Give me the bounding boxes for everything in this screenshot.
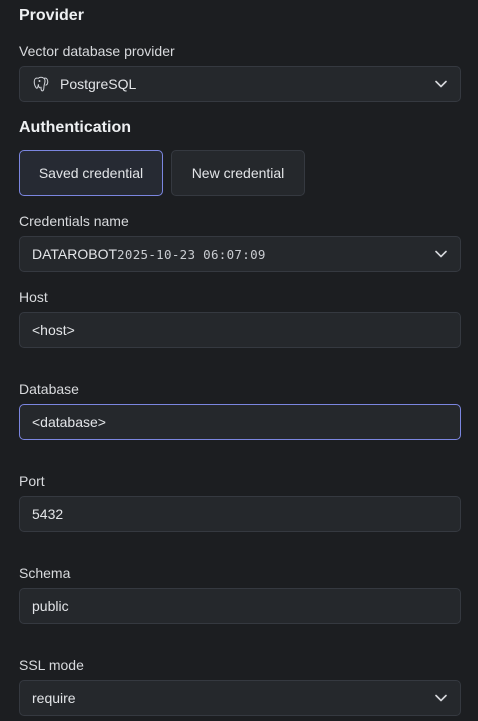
provider-label: Vector database provider bbox=[19, 43, 175, 59]
provider-section-title: Provider bbox=[19, 7, 84, 24]
port-input[interactable]: 5432 bbox=[19, 496, 461, 532]
host-value: <host> bbox=[32, 322, 75, 338]
credential-name: DATAROBOT bbox=[32, 246, 118, 262]
schema-input[interactable]: public bbox=[19, 588, 461, 624]
ssl-mode-value: require bbox=[32, 690, 76, 706]
database-value: <database> bbox=[32, 414, 106, 430]
ssl-mode-label: SSL mode bbox=[19, 657, 84, 673]
credentials-name-select[interactable]: DATAROBOT2025-10-23 06:07:09 bbox=[19, 236, 461, 272]
schema-value: public bbox=[32, 598, 69, 614]
saved-credential-tab[interactable]: Saved credential bbox=[19, 150, 163, 196]
schema-label: Schema bbox=[19, 565, 71, 581]
database-label: Database bbox=[19, 381, 79, 397]
postgresql-elephant-icon bbox=[32, 74, 52, 94]
host-input[interactable]: <host> bbox=[19, 312, 461, 348]
chevron-down-icon bbox=[434, 691, 448, 705]
chevron-down-icon bbox=[434, 247, 448, 261]
database-input[interactable]: <database> bbox=[19, 404, 461, 440]
credentials-selected-value: DATAROBOT2025-10-23 06:07:09 bbox=[32, 246, 434, 262]
new-credential-tab[interactable]: New credential bbox=[171, 150, 305, 196]
authentication-section-title: Authentication bbox=[19, 119, 131, 136]
credentials-name-label: Credentials name bbox=[19, 213, 129, 229]
host-label: Host bbox=[19, 289, 48, 305]
provider-selected-value: PostgreSQL bbox=[60, 76, 137, 92]
port-value: 5432 bbox=[32, 506, 64, 522]
credential-timestamp: 2025-10-23 06:07:09 bbox=[117, 247, 266, 262]
ssl-mode-select[interactable]: require bbox=[19, 680, 461, 716]
chevron-down-icon bbox=[434, 77, 448, 91]
provider-select[interactable]: PostgreSQL bbox=[19, 66, 461, 102]
port-label: Port bbox=[19, 473, 45, 489]
vector-db-config-panel: Provider Vector database provider Postgr… bbox=[0, 0, 478, 721]
